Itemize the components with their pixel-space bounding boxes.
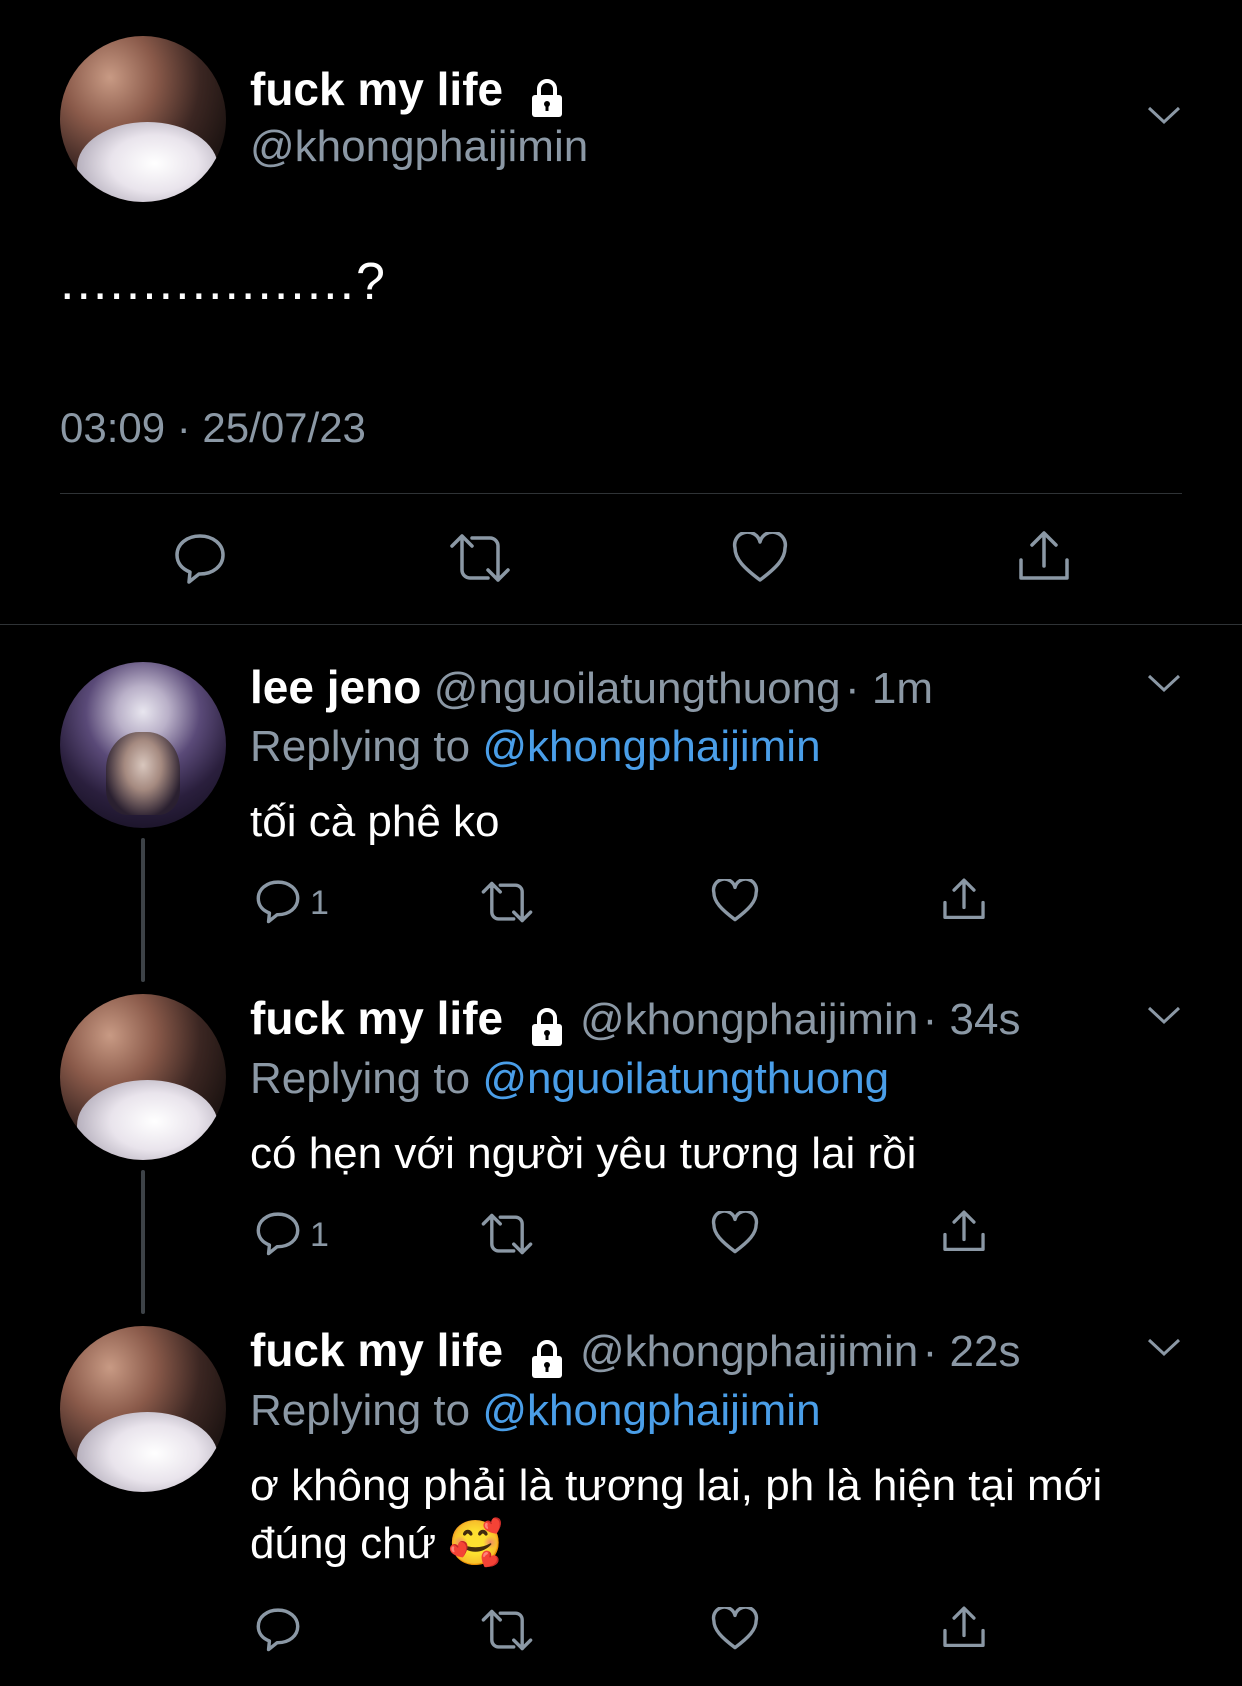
chevron-down-icon[interactable] <box>1146 672 1182 701</box>
chevron-down-icon[interactable] <box>1146 104 1182 133</box>
handle[interactable]: @khongphaijimin <box>580 995 918 1044</box>
handle[interactable]: @khongphaijimin <box>580 1327 918 1376</box>
like-button[interactable] <box>711 1209 759 1260</box>
avatar[interactable] <box>60 1326 226 1492</box>
tweet-text: có hẹn với người yêu tương lai rồi <box>250 1129 917 1178</box>
reply-button[interactable] <box>254 1605 310 1658</box>
handle[interactable]: @khongphaijimin <box>250 122 588 172</box>
mention-link[interactable]: @nguoilatungthuong <box>482 1054 889 1103</box>
avatar[interactable] <box>60 994 226 1160</box>
display-name[interactable]: fuck my life <box>250 1324 503 1376</box>
chevron-down-icon[interactable] <box>1146 1336 1182 1365</box>
like-icon <box>732 530 788 589</box>
timestamp: · 34s <box>922 995 1021 1044</box>
reply-button[interactable]: 1 <box>254 877 329 930</box>
chevron-down-icon[interactable] <box>1146 1004 1182 1033</box>
timestamp: · 1m <box>845 664 933 713</box>
mention-link[interactable]: @khongphaijimin <box>482 1386 820 1435</box>
reply-icon <box>254 1605 302 1658</box>
retweet-button[interactable] <box>480 1212 534 1261</box>
thread-line <box>141 1170 145 1314</box>
retweet-icon <box>480 880 534 929</box>
tweet-text: ..................? <box>60 253 387 311</box>
retweet-icon <box>480 1212 534 1261</box>
reply-count: 1 <box>310 1216 329 1254</box>
tweet-text: ơ không phải là tương lai, ph là hiện tạ… <box>250 1457 1102 1573</box>
share-button[interactable] <box>940 1208 988 1261</box>
display-name[interactable]: fuck my life <box>250 63 503 115</box>
reply-icon <box>254 1209 302 1262</box>
main-author-row: fuck my life <box>250 62 568 124</box>
lock-icon <box>526 1006 568 1053</box>
retweet-icon <box>480 1608 534 1657</box>
share-icon <box>940 1604 988 1657</box>
mention-link[interactable]: @khongphaijimin <box>482 722 820 771</box>
retweet-button[interactable] <box>480 1608 534 1657</box>
divider <box>60 493 1182 494</box>
retweet-icon <box>448 532 512 589</box>
reply-author-row: fuck my life @khongphaijimin · 34s <box>250 991 1020 1053</box>
like-button[interactable] <box>711 877 759 928</box>
lock-icon <box>526 77 568 124</box>
like-icon <box>711 1605 759 1656</box>
retweet-button[interactable] <box>480 880 534 929</box>
reply-author-row: fuck my life @khongphaijimin · 22s <box>250 1323 1020 1385</box>
avatar[interactable] <box>60 662 226 828</box>
tweet-text-line: ơ không phải là tương lai, ph là hiện tạ… <box>250 1461 1103 1510</box>
divider <box>0 624 1242 625</box>
reply-count: 1 <box>310 884 329 922</box>
reply-button[interactable]: 1 <box>254 1209 329 1262</box>
share-icon <box>1015 528 1073 591</box>
replying-to: Replying to @khongphaijimin <box>250 1386 821 1435</box>
avatar[interactable] <box>60 36 226 202</box>
reply-icon <box>254 877 302 930</box>
display-name[interactable]: lee jeno <box>250 661 421 713</box>
retweet-button[interactable] <box>448 532 512 589</box>
reply-button[interactable] <box>172 530 228 591</box>
share-icon <box>940 876 988 929</box>
like-button[interactable] <box>711 1605 759 1656</box>
replying-to: Replying to @nguoilatungthuong <box>250 1054 890 1103</box>
share-button[interactable] <box>940 876 988 929</box>
handle[interactable]: @nguoilatungthuong <box>434 664 841 713</box>
replying-to: Replying to @khongphaijimin <box>250 722 821 771</box>
tweet-text-line: đúng chứ 🥰 <box>250 1519 504 1568</box>
like-button[interactable] <box>732 530 788 589</box>
display-name[interactable]: fuck my life <box>250 992 503 1044</box>
timestamp[interactable]: 03:09 · 25/07/23 <box>60 404 366 452</box>
share-icon <box>940 1208 988 1261</box>
like-icon <box>711 1209 759 1260</box>
timestamp: · 22s <box>922 1327 1021 1376</box>
thread-line <box>141 838 145 982</box>
tweet-text: tối cà phê ko <box>250 797 500 846</box>
lock-icon <box>526 1338 568 1385</box>
reply-author-row: lee jeno @nguoilatungthuong · 1m <box>250 660 933 714</box>
share-button[interactable] <box>1015 528 1073 591</box>
share-button[interactable] <box>940 1604 988 1657</box>
like-icon <box>711 877 759 928</box>
reply-icon <box>172 530 228 591</box>
